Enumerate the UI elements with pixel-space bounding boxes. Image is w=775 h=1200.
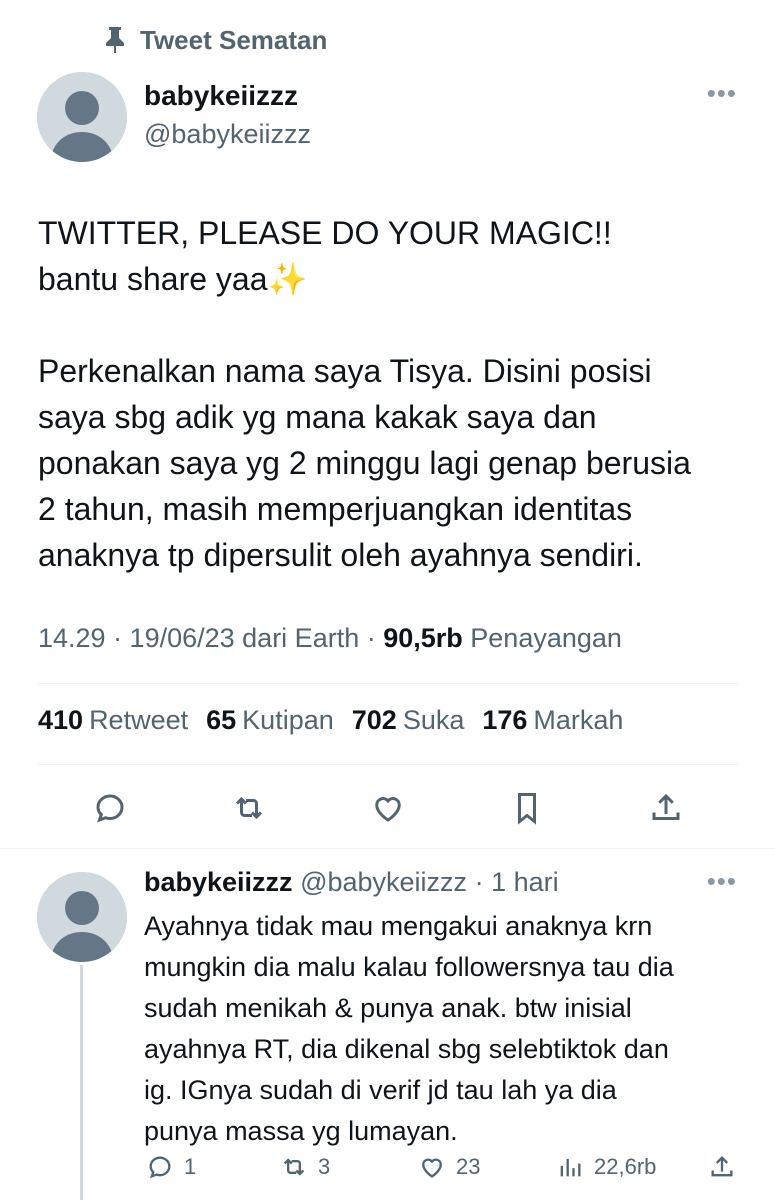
views-icon — [560, 1158, 581, 1177]
divider — [38, 683, 738, 684]
reply-author-name[interactable]: babykeiizzz — [144, 867, 293, 897]
reply-header: babykeiizzz @babykeiizzz · 1 hari — [144, 867, 559, 898]
author-name[interactable]: babykeiizzz — [144, 80, 298, 112]
retweet-icon — [283, 1158, 305, 1176]
reply-text: Ayahnya tidak mau mengakui anaknya krn m… — [144, 911, 674, 1146]
reply-button[interactable] — [90, 786, 130, 830]
divider — [38, 764, 738, 765]
reply-like-button[interactable]: 23 — [418, 1150, 480, 1184]
bookmark-button[interactable] — [507, 786, 547, 830]
reply-share-button[interactable] — [708, 1150, 736, 1184]
reply-reply-button[interactable]: 1 — [146, 1150, 196, 1184]
bookmark-icon — [518, 793, 536, 825]
reply-count: 1 — [184, 1154, 197, 1179]
retweets-stat[interactable]: 410 Retweet — [38, 705, 188, 736]
retweet-icon — [235, 796, 263, 820]
share-icon — [652, 793, 680, 820]
more-options-icon[interactable]: ••• — [707, 868, 737, 894]
tweet-text-line2: bantu share yaa — [38, 261, 268, 297]
tweet-meta: 14.29 · 19/06/23 dari Earth · 90,5rb Pen… — [38, 623, 622, 654]
reply-retweet-button[interactable]: 3 — [280, 1150, 330, 1184]
author-handle[interactable]: @babykeiizzz — [144, 119, 311, 150]
pin-icon — [104, 26, 126, 54]
quotes-count: 65 — [206, 705, 237, 735]
likes-stat[interactable]: 702 Suka — [352, 705, 465, 736]
tweet-actions — [0, 786, 775, 830]
reply-views-button[interactable]: 22,6rb — [556, 1150, 656, 1184]
more-options-icon[interactable]: ••• — [707, 80, 737, 106]
reply-actions: 1 3 23 22,6rb — [0, 1150, 775, 1184]
views-label: Penayangan — [462, 623, 622, 653]
sparkle-emoji: ✨ — [267, 261, 308, 297]
likes-label: Suka — [402, 705, 465, 735]
default-profile-icon — [37, 72, 127, 162]
quotes-label: Kutipan — [242, 705, 334, 735]
retweet-count: 3 — [318, 1154, 331, 1179]
divider — [0, 848, 775, 849]
retweets-count: 410 — [38, 705, 84, 735]
default-profile-icon — [37, 872, 127, 962]
views-count: 90,5rb — [383, 623, 463, 653]
tweet-text: TWITTER, PLEASE DO YOUR MAGIC!! bantu sha… — [38, 210, 738, 578]
tweet-text-line1: TWITTER, PLEASE DO YOUR MAGIC!! — [38, 215, 612, 251]
retweets-label: Retweet — [89, 705, 189, 735]
likes-count: 702 — [351, 705, 397, 735]
tweet-text-body: Perkenalkan nama saya Tisya. Disini posi… — [38, 353, 691, 573]
tweet-stats: 410 Retweet 65 Kutipan 702 Suka 176 Markah — [38, 705, 623, 736]
bookmarks-label: Markah — [533, 705, 624, 735]
reply-icon — [96, 794, 124, 823]
bookmarks-stat[interactable]: 176 Markah — [482, 705, 623, 736]
reply-author-handle[interactable]: @babykeiizzz — [300, 867, 467, 897]
like-icon — [375, 797, 401, 822]
reply-icon — [149, 1156, 171, 1179]
avatar[interactable] — [37, 872, 127, 962]
retweet-button[interactable] — [229, 786, 269, 830]
like-icon — [422, 1158, 442, 1178]
bookmarks-count: 176 — [482, 705, 528, 735]
pinned-label: Tweet Sematan — [140, 24, 328, 55]
reply-timestamp[interactable]: · 1 hari — [475, 867, 559, 897]
like-count: 23 — [456, 1154, 481, 1179]
like-button[interactable] — [368, 786, 408, 830]
share-button[interactable] — [646, 786, 686, 830]
pinned-indicator: Tweet Sematan — [104, 24, 327, 56]
avatar[interactable] — [37, 72, 127, 162]
views-count: 22,6rb — [594, 1154, 657, 1179]
tweet-timestamp[interactable]: 14.29 · 19/06/23 dari Earth · — [38, 623, 383, 653]
share-icon — [711, 1156, 733, 1177]
quotes-stat[interactable]: 65 Kutipan — [206, 705, 334, 736]
